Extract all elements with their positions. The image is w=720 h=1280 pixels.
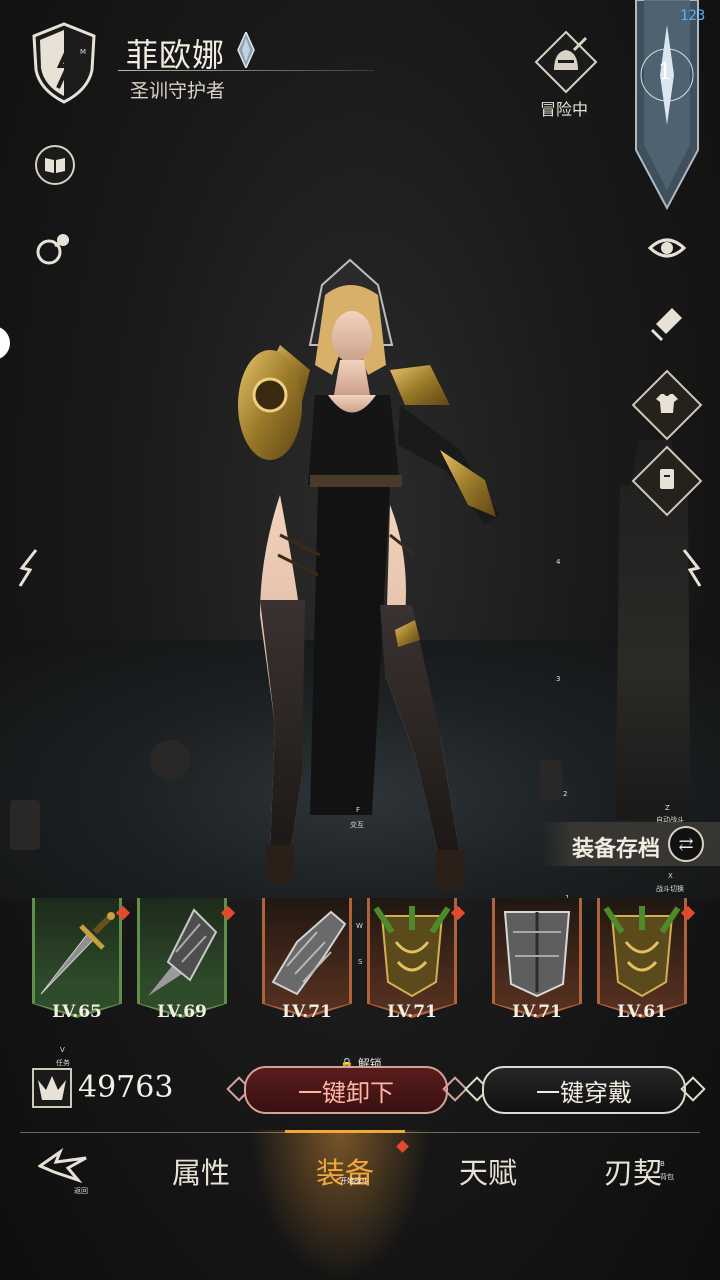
slot-level: LV.71 xyxy=(387,1002,437,1022)
scene-rock xyxy=(150,740,190,780)
scene-rock xyxy=(10,800,40,850)
key-hint-w: W xyxy=(356,922,363,930)
key-hint-s: S xyxy=(358,958,363,966)
gauntlet-icon xyxy=(271,910,347,996)
key-hint-2: 2 xyxy=(563,790,568,798)
slot-level: LV.61 xyxy=(617,1002,667,1022)
slot-level: LV.65 xyxy=(52,1002,102,1022)
hero-character xyxy=(238,258,500,890)
combat-power-value: 49763 xyxy=(78,1070,174,1105)
prev-character-arrow-icon[interactable] xyxy=(16,548,40,588)
rattle-icon xyxy=(36,234,69,265)
interact-hint: 交互 xyxy=(350,821,364,829)
key-hint-v: V xyxy=(60,1046,65,1054)
tab-attributes[interactable]: 属性 xyxy=(172,1150,230,1192)
class-shield-icon[interactable] xyxy=(30,22,98,104)
quest-hint: 任务 xyxy=(56,1059,70,1067)
key-hint-4: 4 xyxy=(556,558,561,566)
outfit-button[interactable] xyxy=(631,369,703,441)
equipment-archive-label[interactable]: 装备存档 xyxy=(572,831,660,863)
shield-key-hint: M xyxy=(80,48,87,56)
card-icon xyxy=(660,469,674,489)
spiked-gauntlet-icon xyxy=(148,908,218,996)
key-hint-b: B xyxy=(660,1160,665,1168)
hero-title: 圣训守护者 xyxy=(130,80,226,102)
leaf-chestplate-icon xyxy=(603,906,681,998)
key-hint-f: F xyxy=(356,806,361,814)
adventure-helmet-icon[interactable] xyxy=(534,30,598,94)
name-divider xyxy=(118,70,374,71)
leaf-chestplate-icon xyxy=(373,906,451,998)
view-eye-icon[interactable] xyxy=(648,234,686,262)
key-hint-3: 3 xyxy=(556,675,561,683)
combat-power-icon xyxy=(32,1068,72,1108)
slot-level: LV.69 xyxy=(157,1002,207,1022)
equipment-slot-1[interactable]: LV.65 xyxy=(32,898,131,1028)
active-tab-indicator xyxy=(285,1130,405,1133)
slot-level: LV.71 xyxy=(512,1002,562,1022)
rattle-button[interactable] xyxy=(33,230,73,270)
slot-level: LV.71 xyxy=(282,1002,332,1022)
equipment-slot-3[interactable]: LV.71 xyxy=(262,898,352,1028)
back-icon[interactable] xyxy=(38,1148,90,1184)
tab-talent[interactable]: 天赋 xyxy=(459,1150,517,1192)
equip-all-button[interactable]: 一键穿戴 xyxy=(482,1066,686,1114)
silver-chestplate-icon xyxy=(503,911,571,998)
start-battle-hint: 开始战斗 xyxy=(340,1177,368,1185)
tab-blade-pact[interactable]: 刃契 xyxy=(604,1150,662,1192)
battle-switch-hint: 战斗切换 xyxy=(656,885,684,893)
back-hint: 返回 xyxy=(74,1187,88,1195)
key-hint-z: Z xyxy=(665,804,670,812)
swap-icon[interactable]: ⇄ xyxy=(668,826,704,862)
adventure-status-label: 冒险中 xyxy=(540,100,589,119)
equipment-slot-5[interactable]: LV.71 xyxy=(492,898,582,1028)
floating-assistant-icon[interactable] xyxy=(0,326,10,360)
dagger-icon xyxy=(40,912,115,995)
next-character-arrow-icon[interactable] xyxy=(680,548,704,588)
equipment-slot-4[interactable]: LV.71 xyxy=(367,898,466,1028)
book-icon xyxy=(45,158,65,173)
equipment-slot-6[interactable]: LV.61 xyxy=(597,898,696,1028)
unequip-all-button[interactable]: 一键卸下 xyxy=(244,1066,448,1114)
equipment-slot-2[interactable]: LV.69 xyxy=(137,898,236,1028)
shirt-icon xyxy=(656,394,678,413)
crystal-number: 1 xyxy=(658,60,672,85)
scroll-icon[interactable] xyxy=(648,304,686,344)
fps-counter: 123 xyxy=(680,8,706,24)
element-gem-icon xyxy=(237,32,255,68)
key-hint-x: X xyxy=(668,872,673,880)
bag-hint: 背包 xyxy=(660,1173,674,1181)
codex-button[interactable] xyxy=(35,145,75,185)
crystal-level-icon[interactable] xyxy=(632,0,702,210)
